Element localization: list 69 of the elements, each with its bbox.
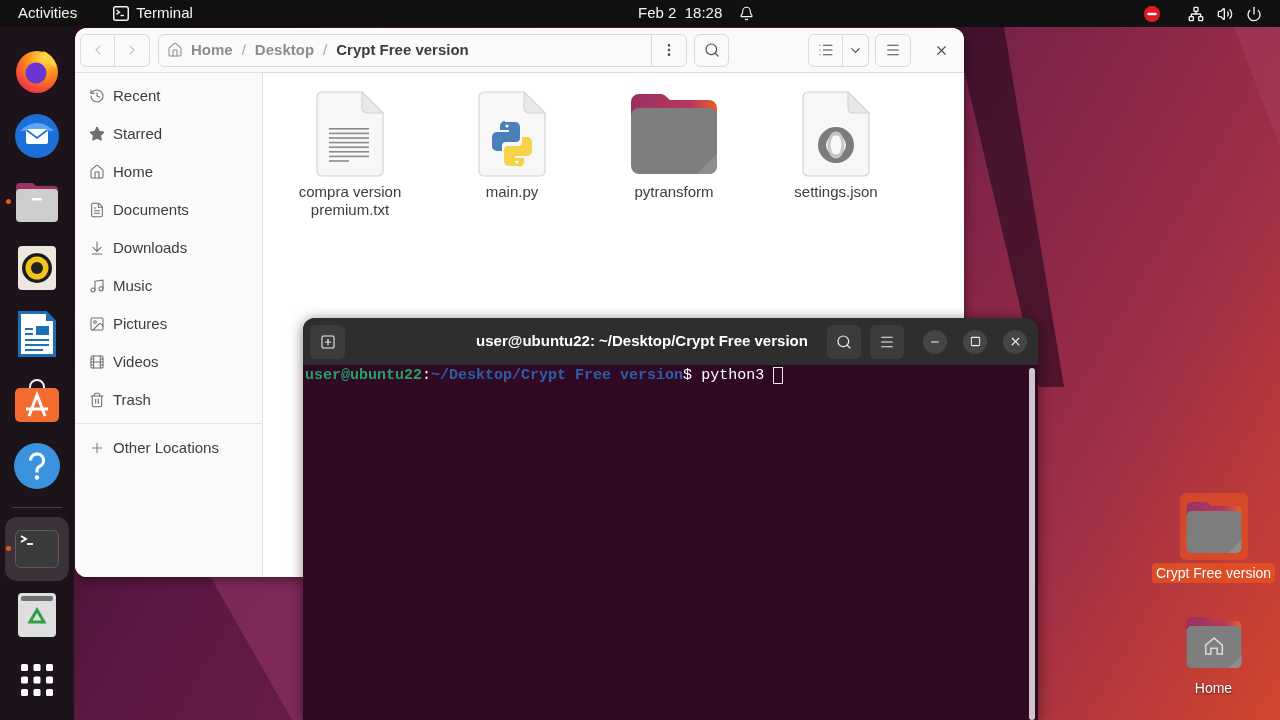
document-icon (89, 202, 105, 218)
folder-icon (1185, 502, 1242, 553)
search-icon (836, 333, 852, 350)
sidebar-item[interactable]: Recent (75, 77, 262, 115)
shopping-bag-icon (15, 378, 59, 422)
file-item[interactable]: main.py (431, 91, 593, 201)
prompt-line: user@ubuntu22:~/Desktop/Crypt Free version$ python3 (305, 367, 765, 385)
sidebar-item[interactable]: Trash (75, 381, 262, 419)
file-item[interactable]: pytransform (593, 91, 755, 201)
file-cabinet-icon (15, 181, 59, 223)
help-icon (14, 443, 60, 489)
sidebar-item[interactable]: Documents (75, 191, 262, 229)
bell-icon (739, 6, 755, 21)
list-icon (817, 42, 834, 58)
json-file-icon (802, 91, 870, 177)
music-note-icon (89, 278, 105, 294)
clock-button[interactable]: Feb 2 18:28 (620, 0, 773, 27)
text-document-icon (18, 311, 56, 357)
sidebar-item[interactable]: Starred (75, 115, 262, 153)
sidebar-item[interactable]: Other Locations (75, 429, 262, 467)
path-segment[interactable]: Crypt Free version (336, 38, 469, 62)
sidebar-item[interactable]: Home (75, 153, 262, 191)
trash-can-icon (18, 593, 56, 637)
activities-button[interactable]: Activities (0, 0, 96, 27)
star-icon (89, 126, 105, 142)
maximize-button[interactable] (963, 329, 987, 354)
menu-button[interactable] (870, 324, 904, 359)
new-tab-button[interactable] (310, 324, 345, 359)
python-file-icon (478, 91, 546, 177)
download-icon (89, 240, 105, 256)
network-icon (1188, 5, 1204, 22)
app-menu-button[interactable]: Terminal (95, 0, 203, 27)
folder-icon (631, 94, 717, 174)
terminal-icon (15, 530, 59, 568)
power-icon (1246, 5, 1262, 22)
search-button[interactable] (694, 33, 729, 67)
sidebar-item[interactable]: Music (75, 267, 262, 305)
film-icon (89, 354, 105, 370)
new-tab-icon (319, 333, 336, 350)
terminal-title: user@ubuntu22: ~/Desktop/Crypt Free version (476, 331, 808, 352)
speaker-icon (1217, 5, 1233, 22)
plus-icon (89, 440, 105, 456)
clock-icon (89, 88, 105, 104)
home-icon (89, 164, 105, 180)
home-folder-icon (1185, 617, 1242, 668)
scrollbar[interactable] (1029, 368, 1035, 720)
sidebar-item[interactable]: Pictures (75, 305, 262, 343)
minus-circle-icon[interactable] (1144, 5, 1160, 22)
mail-icon (14, 113, 60, 159)
minimize-button[interactable] (923, 329, 947, 354)
path-separator: / (240, 39, 247, 60)
grid-icon (21, 664, 53, 696)
maximize-icon (969, 336, 981, 347)
image-icon (89, 316, 105, 332)
search-icon (703, 42, 720, 58)
text-file-icon (316, 91, 384, 177)
speaker-icon (18, 246, 56, 290)
trash-icon (89, 392, 105, 408)
home-icon (167, 42, 183, 58)
terminal-icon (113, 6, 130, 21)
sidebar-item[interactable]: Downloads (75, 229, 262, 267)
search-button[interactable] (827, 324, 861, 359)
file-item[interactable]: settings.json (755, 91, 917, 201)
file-item[interactable]: compra version premium.txt (269, 91, 431, 219)
sidebar-item[interactable]: Videos (75, 343, 262, 381)
menu-icon (885, 42, 901, 58)
path-separator: / (322, 39, 329, 60)
close-button[interactable] (1003, 329, 1027, 354)
text-cursor-icon (773, 367, 784, 384)
